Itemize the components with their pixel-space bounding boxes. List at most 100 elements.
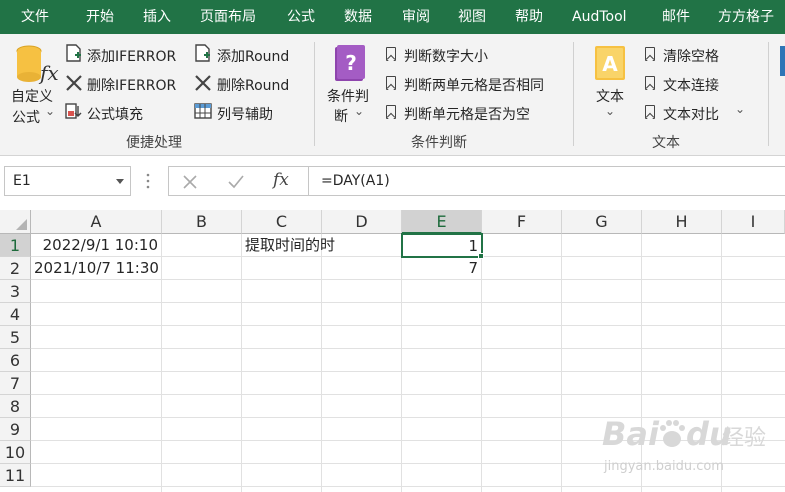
bookmark-icon xyxy=(645,105,655,119)
text-compare-button[interactable]: 文本对比 xyxy=(663,104,719,124)
row-header[interactable]: 11 xyxy=(0,464,31,487)
bookmark-icon xyxy=(386,47,396,61)
ribbon: fx 自定义 公式 ⌄ 添加IFERROR 删除IFERROR 公式填充 添加R… xyxy=(0,34,785,156)
add-iferror-button[interactable]: 添加IFERROR xyxy=(87,46,176,66)
add-round-button[interactable]: 添加Round xyxy=(217,46,289,66)
menu-bar: 文件 开始 插入 页面布局 公式 数据 审阅 视图 帮助 AudTool 邮件 … xyxy=(0,0,785,34)
watermark-brand: Bai xyxy=(602,415,659,453)
tab-ffcell[interactable]: 方方格子 xyxy=(718,0,774,34)
text-concat-button[interactable]: 文本连接 xyxy=(663,75,719,95)
formula-bar: E1 fx =DAY(A1) xyxy=(0,156,785,208)
row-header[interactable]: 7 xyxy=(0,372,31,395)
column-header[interactable]: C xyxy=(242,210,322,234)
row-header[interactable]: 6 xyxy=(0,349,31,372)
cell-c1[interactable]: 提取时间的时 xyxy=(242,234,335,257)
row-header[interactable]: 2 xyxy=(0,257,31,280)
tab-audtool[interactable]: AudTool xyxy=(572,0,627,34)
tab-insert[interactable]: 插入 xyxy=(143,0,171,34)
tab-page-layout[interactable]: 页面布局 xyxy=(200,0,256,34)
select-all-corner[interactable] xyxy=(0,210,31,234)
custom-formula-button[interactable]: fx xyxy=(12,42,60,88)
custom-formula-label-1[interactable]: 自定义 xyxy=(11,86,53,106)
row-header-active[interactable]: 1 xyxy=(0,234,31,257)
formula-fill-button[interactable]: 公式填充 xyxy=(87,104,143,124)
tab-view[interactable]: 视图 xyxy=(458,0,486,34)
tab-review[interactable]: 审阅 xyxy=(402,0,430,34)
add-doc-icon xyxy=(66,44,81,62)
chevron-down-icon[interactable]: ⌄ xyxy=(354,104,364,118)
delete-iferror-button[interactable]: 删除IFERROR xyxy=(87,75,176,95)
bookmark-icon xyxy=(645,76,655,90)
text-a-icon: A xyxy=(595,46,625,80)
row-header[interactable]: 9 xyxy=(0,418,31,441)
column-header[interactable]: H xyxy=(642,210,722,234)
chevron-down-icon[interactable]: ⌄ xyxy=(735,102,745,116)
row-header[interactable]: 4 xyxy=(0,303,31,326)
custom-formula-label-2[interactable]: 公式 xyxy=(12,107,40,127)
column-header[interactable]: G xyxy=(562,210,642,234)
cell-empty-button[interactable]: 判断单元格是否为空 xyxy=(404,104,530,124)
column-helper-button[interactable]: 列号辅助 xyxy=(217,104,273,124)
drag-handle-icon[interactable] xyxy=(146,168,150,194)
condition-button[interactable]: ? xyxy=(333,44,367,84)
condition-label-1[interactable]: 条件判 xyxy=(327,86,369,106)
chevron-down-icon[interactable]: ⌄ xyxy=(605,104,615,118)
enter-check-icon[interactable] xyxy=(227,174,245,190)
row-header[interactable]: 10 xyxy=(0,441,31,464)
formula-input[interactable]: =DAY(A1) xyxy=(309,166,785,196)
delete-x-icon xyxy=(66,75,82,91)
svg-text:fx: fx xyxy=(38,61,59,85)
name-box[interactable]: E1 xyxy=(4,166,131,196)
text-button[interactable]: A xyxy=(593,44,627,84)
insert-function-icon[interactable]: fx xyxy=(273,170,289,190)
tab-data[interactable]: 数据 xyxy=(344,0,372,34)
group-separator xyxy=(768,42,769,146)
row-header[interactable]: 5 xyxy=(0,326,31,349)
tab-mail[interactable]: 邮件 xyxy=(662,0,690,34)
chevron-down-icon[interactable]: ⌄ xyxy=(45,104,55,118)
column-header-active[interactable]: E xyxy=(402,210,482,234)
tab-help[interactable]: 帮助 xyxy=(515,0,543,34)
column-header[interactable]: A xyxy=(31,210,162,234)
paw-icon xyxy=(660,420,685,447)
question-book-icon: ? xyxy=(335,45,365,81)
delete-round-button[interactable]: 删除Round xyxy=(217,75,289,95)
compare-number-button[interactable]: 判断数字大小 xyxy=(404,46,488,66)
chevron-down-icon[interactable] xyxy=(116,179,124,184)
watermark: Bai du 经验 jingyan.baidu.com xyxy=(600,415,770,487)
row-header[interactable]: 3 xyxy=(0,280,31,303)
partial-ribbon-icon xyxy=(780,46,785,76)
group-separator xyxy=(573,42,574,146)
column-header[interactable]: F xyxy=(482,210,562,234)
column-header[interactable]: B xyxy=(162,210,242,234)
watermark-url: jingyan.baidu.com xyxy=(604,459,724,474)
group-label-condition: 条件判断 xyxy=(411,135,467,151)
delete-x-icon xyxy=(195,75,211,91)
condition-label-2[interactable]: 断 xyxy=(334,106,348,126)
column-header[interactable]: I xyxy=(722,210,785,234)
bookmark-icon xyxy=(386,105,396,119)
cancel-icon[interactable] xyxy=(182,174,198,190)
cell-e2[interactable]: 7 xyxy=(402,257,482,280)
cell-e1[interactable]: 1 xyxy=(401,233,483,258)
cell-a2[interactable]: 2021/10/7 11:30 xyxy=(31,257,162,280)
name-box-value: E1 xyxy=(13,173,31,189)
tab-file[interactable]: 文件 xyxy=(21,0,49,34)
bookmark-icon xyxy=(386,76,396,90)
svg-text:?: ? xyxy=(345,51,357,75)
cylinder-fx-icon: fx xyxy=(16,45,59,85)
cell-a1[interactable]: 2022/9/1 10:10 xyxy=(31,234,162,257)
tab-formulas[interactable]: 公式 xyxy=(287,0,315,34)
svg-text:A: A xyxy=(602,52,618,76)
column-header[interactable]: D xyxy=(322,210,402,234)
text-label[interactable]: 文本 xyxy=(596,86,624,106)
column-grid-icon xyxy=(194,103,212,119)
watermark-cn: 经验 xyxy=(722,426,767,451)
add-doc-icon xyxy=(195,44,210,62)
two-cells-same-button[interactable]: 判断两单元格是否相同 xyxy=(404,75,544,95)
bookmark-icon xyxy=(645,47,655,61)
fill-handle[interactable] xyxy=(478,253,484,259)
clear-spaces-button[interactable]: 清除空格 xyxy=(663,46,719,66)
row-header[interactable]: 8 xyxy=(0,395,31,418)
tab-home[interactable]: 开始 xyxy=(86,0,114,34)
